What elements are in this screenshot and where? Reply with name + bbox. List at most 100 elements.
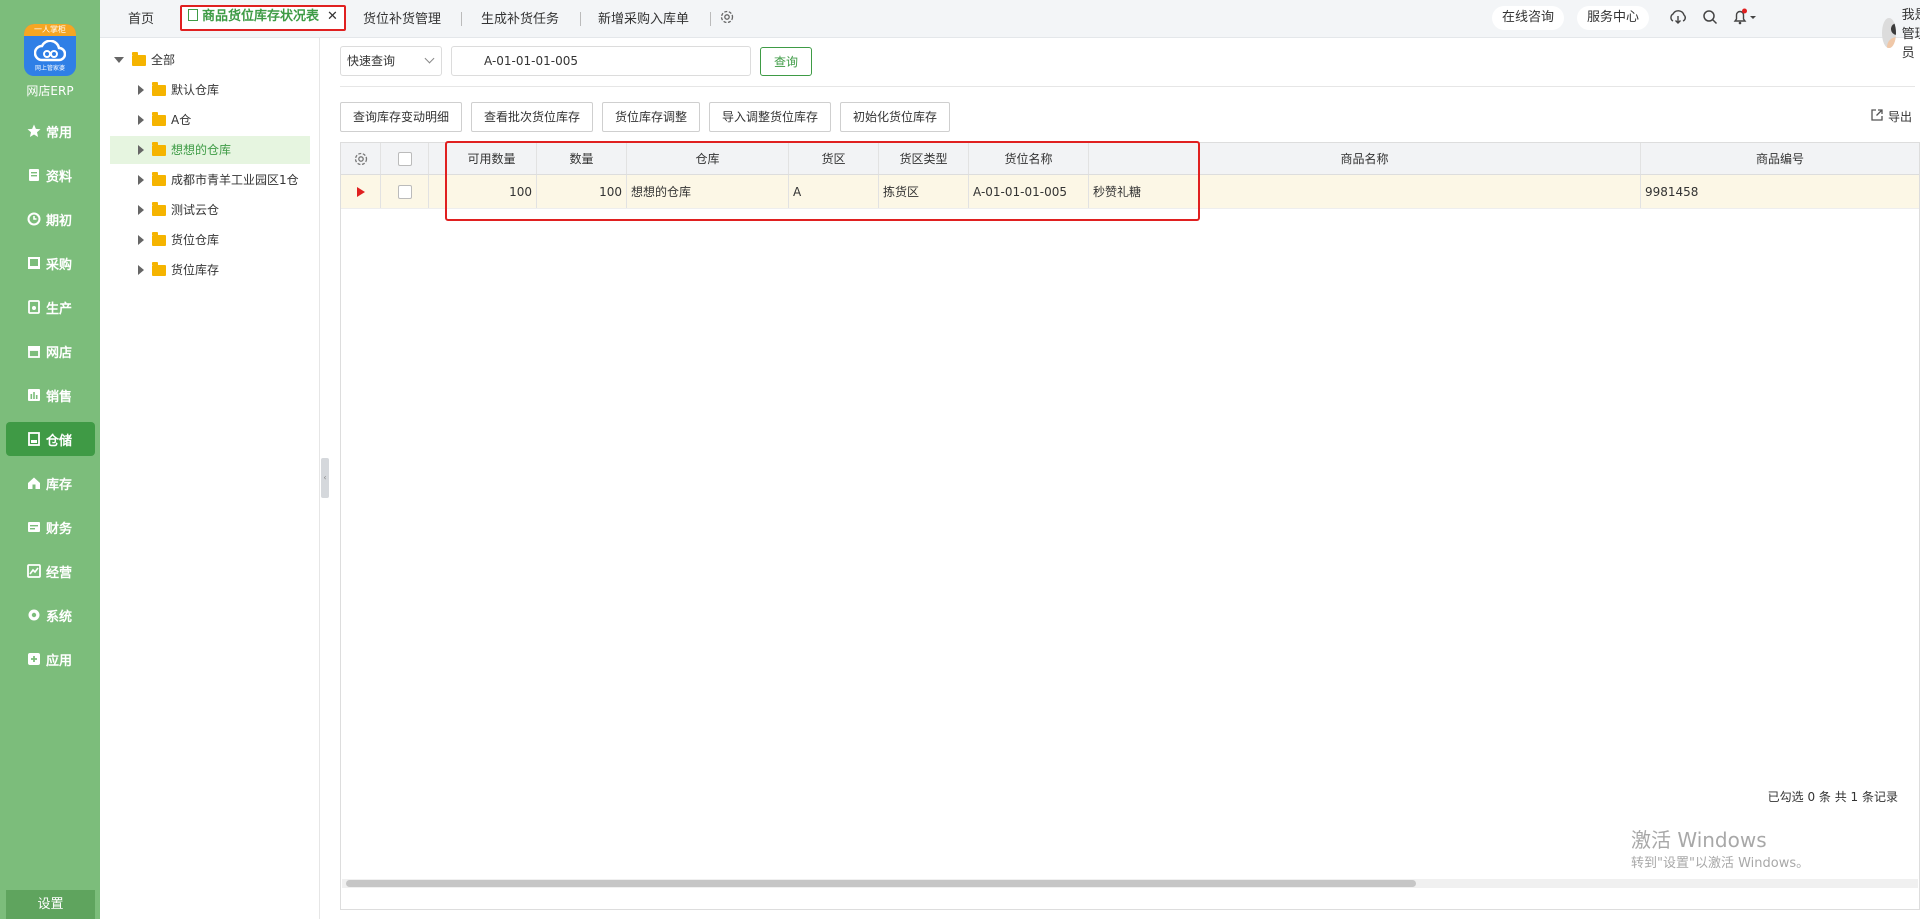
- search-icon[interactable]: [1702, 9, 1718, 33]
- logo-caption: 一人掌柜: [24, 24, 76, 36]
- tree-label: 全部: [151, 53, 176, 67]
- purchase-icon: [26, 255, 42, 271]
- current-row-arrow-icon: [356, 186, 365, 197]
- folder-icon: [152, 81, 166, 96]
- folder-icon: [152, 201, 166, 216]
- tab-location-replenishment[interactable]: 货位补货管理: [363, 8, 441, 32]
- search-input[interactable]: [451, 46, 751, 76]
- expand-caret-icon[interactable]: [138, 85, 144, 95]
- select-all-checkbox[interactable]: [397, 151, 412, 166]
- chevron-down-icon: [424, 53, 435, 64]
- nav-label: 采购: [46, 257, 73, 273]
- nav-item-opening[interactable]: 期初: [6, 202, 95, 236]
- folder-icon: [152, 261, 166, 276]
- service-center-button[interactable]: 服务中心: [1577, 6, 1650, 30]
- query-stock-change-detail-button[interactable]: 查询库存变动明细: [340, 102, 463, 132]
- query-mode-select[interactable]: 快速查询: [340, 46, 442, 76]
- tab-product-location-stock[interactable]: 商品货位库存状况表 ✕: [180, 5, 346, 31]
- row-checkbox[interactable]: [397, 184, 412, 199]
- tree-node-all[interactable]: 全部: [114, 46, 175, 74]
- cloud-download-icon[interactable]: [1668, 9, 1688, 33]
- tree-node-location-warehouse[interactable]: 货位仓库: [138, 226, 219, 254]
- nav-item-shop[interactable]: 网店: [6, 334, 95, 368]
- tab-new-purchase-receipt[interactable]: 新增采购入库单: [598, 8, 689, 32]
- nav-item-business[interactable]: 经营: [6, 554, 95, 588]
- tree-node-chengdu-warehouse[interactable]: 成都市青羊工业园区1仓: [138, 166, 299, 194]
- column-settings-gear-icon[interactable]: [341, 143, 381, 174]
- nav-item-sales[interactable]: 销售: [6, 378, 95, 412]
- app-name: 网店ERP: [26, 84, 74, 98]
- warehouse-tree: 全部 默认仓库 A仓 想想的仓库 成都市青羊工业园区1仓 测试云仓 货位仓库 货…: [100, 38, 320, 919]
- select-all-checkbox-cell: [381, 143, 429, 174]
- settings-button[interactable]: 设置: [6, 890, 95, 919]
- horizontal-scrollbar[interactable]: [342, 879, 1918, 888]
- nav-item-apps[interactable]: 应用: [6, 642, 95, 676]
- star-icon: [26, 123, 42, 139]
- online-consult-button[interactable]: 在线咨询: [1492, 6, 1565, 30]
- main-content: 快速查询 查询 查询库存变动明细 查看批次货位库存 货位库存调整 导入调整货位库…: [340, 38, 1920, 919]
- stock-table: 可用数量 数量 仓库 货区 货区类型 货位名称 商品名称 商品编号 100 10…: [340, 142, 1920, 910]
- nav-label: 系统: [46, 609, 73, 625]
- gear-icon: [26, 607, 42, 623]
- scrollbar-thumb[interactable]: [346, 880, 1416, 887]
- nav-label: 销售: [46, 389, 73, 405]
- tree-node-test-cloud-warehouse[interactable]: 测试云仓: [138, 196, 219, 224]
- tree-node-xiangxiang-warehouse[interactable]: 想想的仓库: [110, 136, 310, 164]
- tree-label: 默认仓库: [171, 83, 220, 97]
- nav-item-common[interactable]: 常用: [6, 114, 95, 148]
- expand-caret-icon[interactable]: [138, 145, 144, 155]
- highlight-annotation-box: [445, 141, 1200, 221]
- expand-caret-icon[interactable]: [138, 235, 144, 245]
- tab-generate-replenishment-task[interactable]: 生成补货任务: [481, 8, 559, 32]
- nav-item-finance[interactable]: 财务: [6, 510, 95, 544]
- tree-label: 成都市青羊工业园区1仓: [171, 173, 299, 187]
- app-logo[interactable]: 一人掌柜 网上管家婆: [24, 24, 76, 76]
- expand-caret-icon[interactable]: [138, 205, 144, 215]
- init-location-stock-button[interactable]: 初始化货位库存: [840, 102, 951, 132]
- windows-activation-watermark-title: 激活 Windows: [1631, 828, 1767, 852]
- folder-icon: [152, 111, 166, 126]
- query-button[interactable]: 查询: [760, 47, 812, 76]
- nav-item-purchase[interactable]: 采购: [6, 246, 95, 280]
- nav-item-production[interactable]: 生产: [6, 290, 95, 324]
- finance-icon: [26, 519, 42, 535]
- tree-node-location-stock[interactable]: 货位库存: [138, 256, 219, 284]
- nav-label: 仓储: [46, 433, 73, 449]
- expand-caret-icon[interactable]: [138, 175, 144, 185]
- row-checkbox-cell: [381, 175, 429, 208]
- notification-bell-icon[interactable]: [1732, 8, 1758, 32]
- sidebar-collapse-handle[interactable]: ‹: [321, 458, 329, 498]
- business-chart-icon: [26, 563, 42, 579]
- tree-node-a-warehouse[interactable]: A仓: [138, 106, 191, 134]
- location-stock-adjust-button[interactable]: 货位库存调整: [602, 102, 701, 132]
- expand-caret-icon[interactable]: [114, 57, 124, 63]
- tab-separator: [710, 12, 711, 26]
- export-icon: [1870, 108, 1884, 125]
- nav-label: 生产: [46, 301, 73, 317]
- folder-icon: [152, 171, 166, 186]
- top-tab-bar: 首页 商品货位库存状况表 ✕ 货位补货管理 生成补货任务 新增采购入库单 在线咨询…: [100, 0, 1920, 61]
- nav-item-system[interactable]: 系统: [6, 598, 95, 632]
- expand-caret-icon[interactable]: [138, 265, 144, 275]
- document-icon: [26, 167, 42, 183]
- tree-label: 货位仓库: [171, 233, 220, 247]
- nav-label: 经营: [46, 565, 73, 581]
- clock-icon: [26, 211, 42, 227]
- tab-settings-gear-icon[interactable]: [719, 9, 735, 33]
- tab-home[interactable]: 首页: [128, 8, 154, 32]
- view-batch-location-stock-button[interactable]: 查看批次货位库存: [471, 102, 594, 132]
- tab-label: 商品货位库存状况表: [202, 9, 320, 24]
- import-adjust-location-stock-button[interactable]: 导入调整货位库存: [709, 102, 832, 132]
- nav-item-inventory[interactable]: 库存: [6, 466, 95, 500]
- nav-item-data[interactable]: 资料: [6, 158, 95, 192]
- production-icon: [26, 299, 42, 315]
- header-product-code[interactable]: 商品编号: [1641, 143, 1919, 174]
- nav-item-warehouse[interactable]: 仓储: [6, 422, 95, 456]
- close-icon[interactable]: ✕: [327, 9, 338, 24]
- tree-label: 想想的仓库: [171, 143, 232, 157]
- tree-node-default-warehouse[interactable]: 默认仓库: [138, 76, 219, 104]
- report-doc-icon: [188, 9, 198, 21]
- expand-caret-icon[interactable]: [138, 115, 144, 125]
- export-button[interactable]: 导出: [1870, 108, 1912, 125]
- plus-box-icon: [26, 651, 42, 667]
